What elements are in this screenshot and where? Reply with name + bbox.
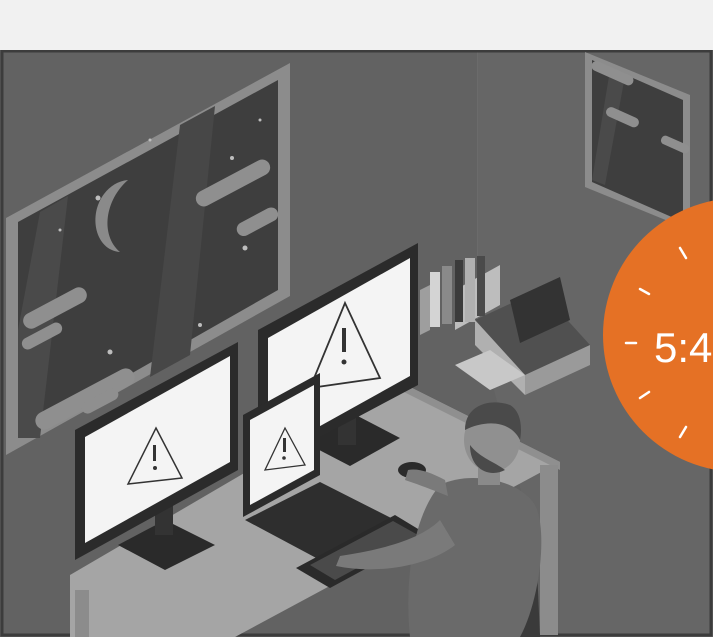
clock-time: 5:4	[654, 324, 712, 371]
office-illustration: 5:4	[0, 50, 713, 637]
illustration-scene: 5:4	[0, 50, 713, 637]
top-whitespace	[0, 0, 713, 50]
